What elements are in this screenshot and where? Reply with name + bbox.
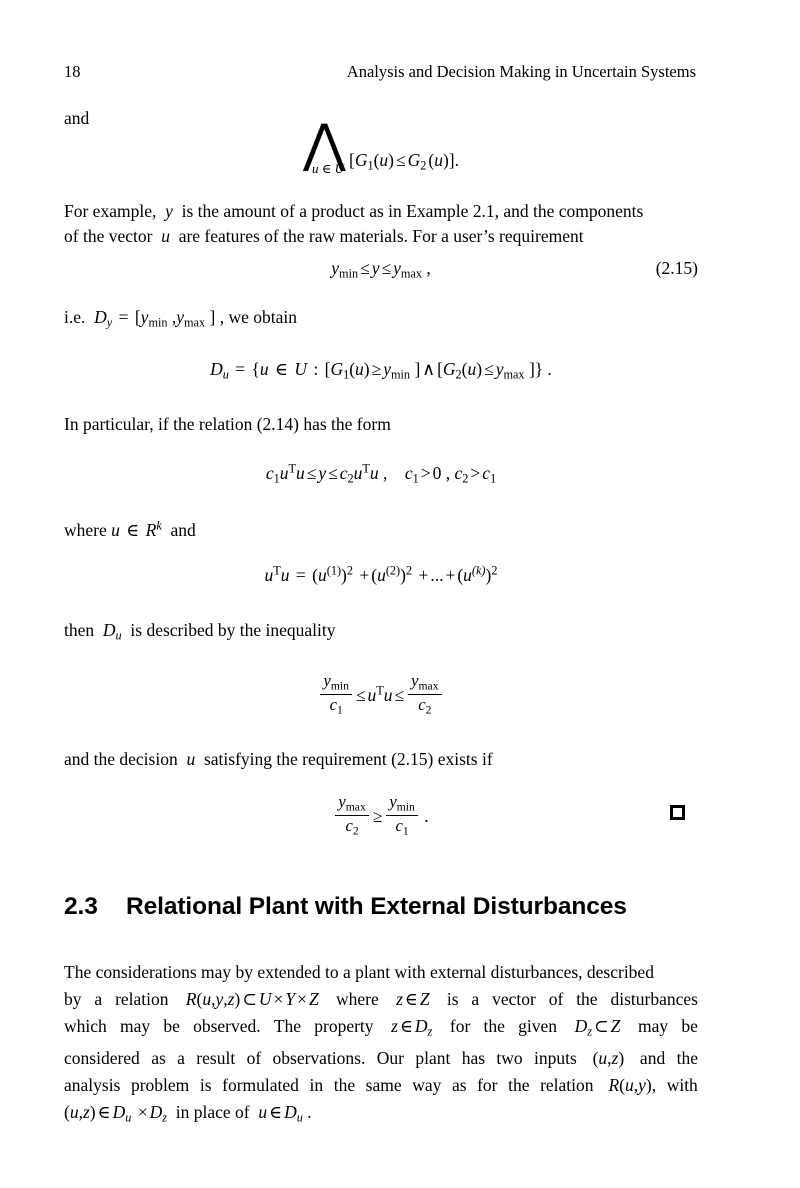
- document-page: 18 Analysis and Decision Making in Uncer…: [0, 0, 800, 1188]
- body-line-5: analysis problem is formulated in the same way a…: [64, 1075, 698, 1096]
- equation-quadratic-form-body: c1uTu ≤ y ≤ c2uTu , c1 >0 , c2 > c1: [265, 462, 497, 486]
- equation-quadratic-form: c1uTu ≤ y ≤ c2uTu , c1 >0 , c2 > c1: [64, 462, 698, 487]
- equation-conjunction: ⋀ u ∈ U [G1(u) ≤ G2 (u)].: [64, 118, 698, 176]
- paragraph-in-particular-text: In particular, if the relation (2.14) ha…: [64, 414, 391, 434]
- body-line-2: by a relation R(u,y,z) ⊂ U × Y × Z where z ∈ Z is a…: [64, 989, 698, 1009]
- paragraph-where-text: where u ∈ Rk and: [64, 519, 196, 541]
- equation-fraction-inequality-body: ymin c1 ≤ uTu ≤ ymax c2: [318, 672, 443, 716]
- paragraph-for-example-line1: For example, y is the amount of a produc…: [64, 201, 644, 221]
- paragraph-and: and: [64, 106, 698, 131]
- fraction-ymax-c2-b: ymax c2: [335, 793, 369, 838]
- paragraph-ie: i.e. Dy = [ymin ,ymax ] , we obtain: [64, 305, 698, 335]
- paragraph-decision-text: and the decision u satisfying the requir…: [64, 749, 493, 769]
- equation-existence-condition: ymax c2 ≥ ymin c1 .: [64, 793, 698, 838]
- equation-norm-expansion-body: uTu = (u(1))2 + (u(2))2 +... + (u(k))2: [264, 564, 498, 586]
- paragraph-for-example-line2: of the vector u are features of the raw …: [64, 226, 584, 246]
- body-line-6: (u,z) ∈ Du × Dz in place of u ∈ Du .: [64, 1102, 312, 1125]
- big-wedge-operator: ⋀ u ∈ U: [303, 118, 347, 176]
- paragraph-then: then Du is described by the inequality: [64, 618, 698, 648]
- fraction-ymin-c1-b: ymin c1: [386, 793, 418, 838]
- paragraph-ie-text: i.e. Dy = [ymin ,ymax ] , we obtain: [64, 307, 297, 330]
- paragraph-then-text: then Du is described by the inequality: [64, 620, 336, 643]
- section-title: Relational Plant with External Disturban…: [126, 893, 627, 920]
- equation-du-set-body: Du = {u ∈ U : [G1(u) ≥ ymin ] ∧ [G2(u) ≤ ymax …: [210, 359, 552, 382]
- text-and: and: [64, 108, 90, 128]
- equation-du-set: Du = {u ∈ U : [G1(u) ≥ ymin ] ∧ [G2(u) ≤ ymax …: [64, 359, 698, 382]
- paragraph-decision: and the decision u satisfying the requir…: [64, 747, 698, 772]
- section-number: 2.3: [64, 893, 98, 920]
- equation-existence-condition-body: ymax c2 ≥ ymin c1 .: [333, 793, 429, 837]
- equation-conjunction-body: [G1(u) ≤ G2 (u)].: [349, 150, 459, 173]
- paragraph-external-disturbances: The considerations may by extended to a …: [64, 959, 698, 1132]
- big-wedge-limit: u ∈ U: [311, 161, 344, 176]
- body-line-3: which may be observed. The property z ∈ Dz for t…: [64, 1016, 698, 1039]
- fraction-ymin-c1: ymin c1: [320, 672, 352, 717]
- running-head-title: Analysis and Decision Making in Uncertai…: [346, 62, 696, 81]
- paragraph-for-example: For example, y is the amount of a produc…: [64, 199, 698, 249]
- equation-norm-expansion: uTu = (u(1))2 + (u(2))2 +... + (u(k))2: [64, 564, 698, 586]
- equation-2-15-body: ymin ≤ y ≤ ymax ,: [331, 258, 431, 281]
- fraction-ymax-c2: ymax c2: [408, 672, 442, 717]
- page-number: 18: [64, 62, 81, 81]
- body-line-4: considered as a result of observations. Our pla…: [64, 1048, 698, 1069]
- equation-2-15: ymin ≤ y ≤ ymax , (2.15): [64, 258, 698, 281]
- equation-number-2-15: (2.15): [655, 258, 698, 278]
- paragraph-in-particular: In particular, if the relation (2.14) ha…: [64, 412, 698, 437]
- section-heading: 2.3 Relational Plant with External Distur…: [64, 893, 704, 921]
- qed-box: [670, 805, 685, 820]
- running-head: 18 Analysis and Decision Making in Uncer…: [64, 62, 696, 84]
- equation-fraction-inequality: ymin c1 ≤ uTu ≤ ymax c2: [64, 672, 698, 717]
- paragraph-where: where u ∈ Rk and: [64, 514, 698, 543]
- body-line-1: The considerations may by extended to a …: [64, 962, 654, 982]
